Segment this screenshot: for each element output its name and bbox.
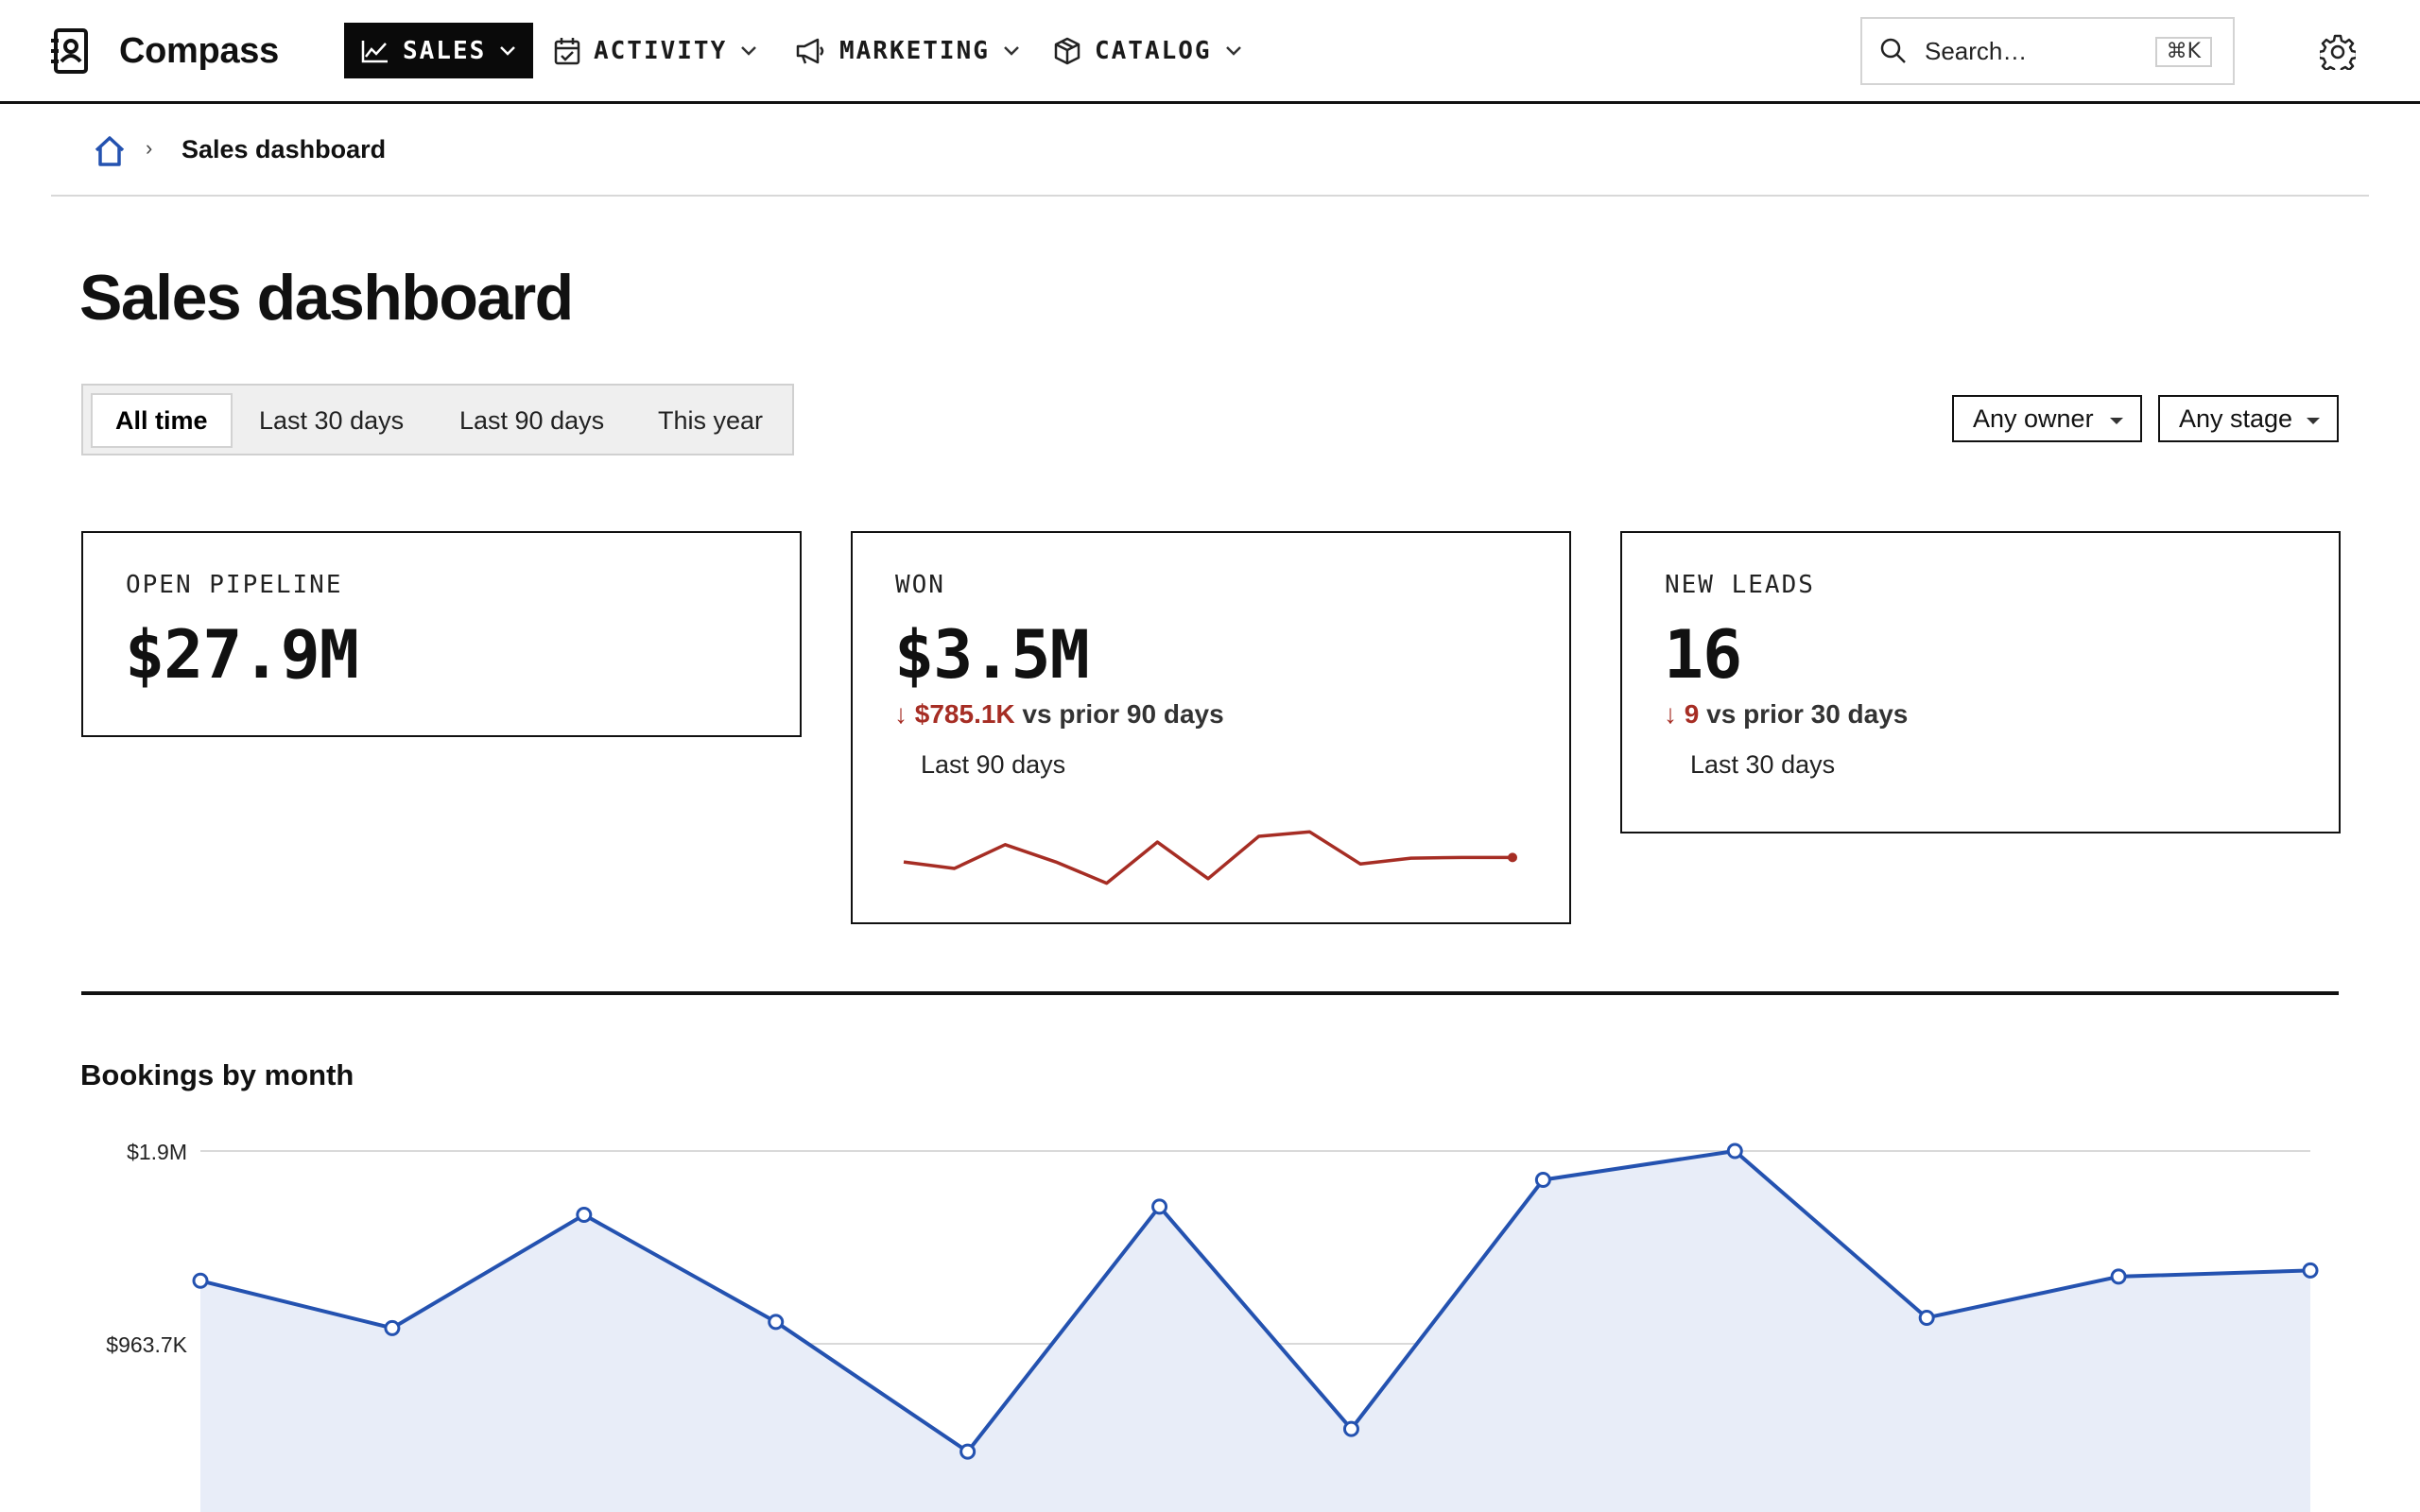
nav-marketing-label: MARKETING — [839, 36, 990, 65]
line-chart-icon — [361, 40, 388, 62]
chart-title: Bookings by month — [80, 1058, 354, 1091]
series-area — [200, 1151, 2310, 1512]
page-title: Sales dashboard — [79, 262, 574, 334]
data-point[interactable] — [2302, 1262, 2319, 1279]
kpi-value: $27.9M — [125, 616, 359, 694]
sparkline-endpoint — [1508, 852, 1517, 863]
search-placeholder: Search… — [1925, 36, 2028, 65]
kpi-card-open-pipeline: OPEN PIPELINE $27.9M — [81, 531, 802, 737]
box-icon — [1054, 37, 1080, 64]
nav-sales[interactable]: SALES — [344, 23, 533, 78]
kpi-delta-text: vs prior 90 days — [1014, 699, 1224, 729]
breadcrumb-current: Sales dashboard — [182, 135, 387, 163]
nav-catalog-label: CATALOG — [1095, 36, 1212, 65]
y-tick-label: $1.9M — [127, 1140, 187, 1164]
owner-filter[interactable]: Any owner — [1952, 395, 2142, 442]
chevron-down-icon — [741, 45, 757, 56]
data-point[interactable] — [576, 1207, 593, 1224]
megaphone-icon — [796, 38, 824, 63]
search-input[interactable]: Search… ⌘K — [1860, 17, 2235, 85]
nav-marketing[interactable]: MARKETING — [796, 23, 1020, 78]
chevron-down-icon — [500, 45, 516, 56]
data-point[interactable] — [959, 1443, 977, 1460]
data-point[interactable] — [1342, 1420, 1359, 1437]
caret-down-icon — [2110, 418, 2123, 424]
kpi-delta-value: 9 — [1684, 699, 1700, 729]
data-point[interactable] — [1534, 1172, 1551, 1189]
kpi-card-new-leads: NEW LEADS 16 ↓ 9 vs prior 30 days Last 3… — [1620, 531, 2341, 833]
data-point[interactable] — [768, 1314, 785, 1331]
nav-catalog[interactable]: CATALOG — [1053, 23, 1242, 78]
gear-icon[interactable] — [2320, 34, 2356, 70]
kpi-delta: ↓ $785.1K vs prior 90 days — [894, 699, 1224, 730]
kpi-value: 16 — [1664, 616, 1742, 694]
nav-activity[interactable]: ACTIVITY — [554, 23, 757, 78]
kpi-period: Last 90 days — [921, 750, 1066, 779]
chevron-down-icon — [1225, 45, 1241, 56]
range-tab-this-year[interactable]: This year — [658, 393, 763, 448]
data-point[interactable] — [1918, 1309, 1935, 1326]
data-point[interactable] — [192, 1272, 209, 1289]
kpi-value: $3.5M — [894, 616, 1090, 694]
kpi-card-won: WON $3.5M ↓ $785.1K vs prior 90 days Las… — [851, 531, 1571, 924]
won-sparkline — [903, 830, 1517, 885]
data-point[interactable] — [384, 1319, 401, 1336]
kpi-delta-text: vs prior 30 days — [1699, 699, 1909, 729]
breadcrumb-separator: › — [146, 136, 153, 160]
kpi-label: NEW LEADS — [1665, 571, 1815, 599]
kpi-period: Last 30 days — [1690, 750, 1836, 779]
kpi-delta-value: $785.1K — [914, 699, 1015, 729]
contact-book-icon — [51, 28, 88, 74]
stage-filter[interactable]: Any stage — [2158, 395, 2339, 442]
search-icon — [1880, 38, 1906, 63]
down-arrow-icon: ↓ — [894, 699, 908, 729]
data-point[interactable] — [2110, 1268, 2127, 1285]
search-shortcut: ⌘K — [2154, 37, 2212, 67]
data-point[interactable] — [1151, 1198, 1168, 1215]
nav-sales-label: SALES — [403, 36, 487, 65]
data-point[interactable] — [1726, 1143, 1743, 1160]
series-line — [199, 1149, 2311, 1454]
top-nav: Compass SALES ACTIVITY MARKETING CATALOG… — [0, 0, 2420, 104]
date-range-tabs: All time Last 30 days Last 90 days This … — [81, 384, 794, 455]
caret-down-icon — [2307, 418, 2320, 424]
range-tab-last-90-days[interactable]: Last 90 days — [459, 393, 604, 448]
kpi-delta: ↓ 9 vs prior 30 days — [1664, 699, 1908, 730]
brand-name: Compass — [119, 30, 279, 71]
section-divider — [81, 991, 2339, 995]
chevron-down-icon — [1004, 45, 1019, 56]
stage-filter-label: Any stage — [2179, 404, 2293, 433]
kpi-label: WON — [895, 571, 945, 599]
range-tab-all-time[interactable]: All time — [91, 393, 233, 448]
sparkline-line — [903, 830, 1512, 885]
owner-filter-label: Any owner — [1973, 404, 2094, 433]
brand[interactable]: Compass — [49, 27, 279, 75]
nav-activity-label: ACTIVITY — [594, 36, 728, 65]
home-icon[interactable] — [93, 134, 127, 168]
range-tab-last-30-days[interactable]: Last 30 days — [259, 393, 404, 448]
kpi-label: OPEN PIPELINE — [126, 571, 343, 599]
down-arrow-icon: ↓ — [1664, 699, 1677, 729]
calendar-check-icon — [554, 37, 580, 64]
breadcrumb: › Sales dashboard — [51, 104, 2369, 197]
y-tick-label: $963.7K — [106, 1332, 187, 1357]
